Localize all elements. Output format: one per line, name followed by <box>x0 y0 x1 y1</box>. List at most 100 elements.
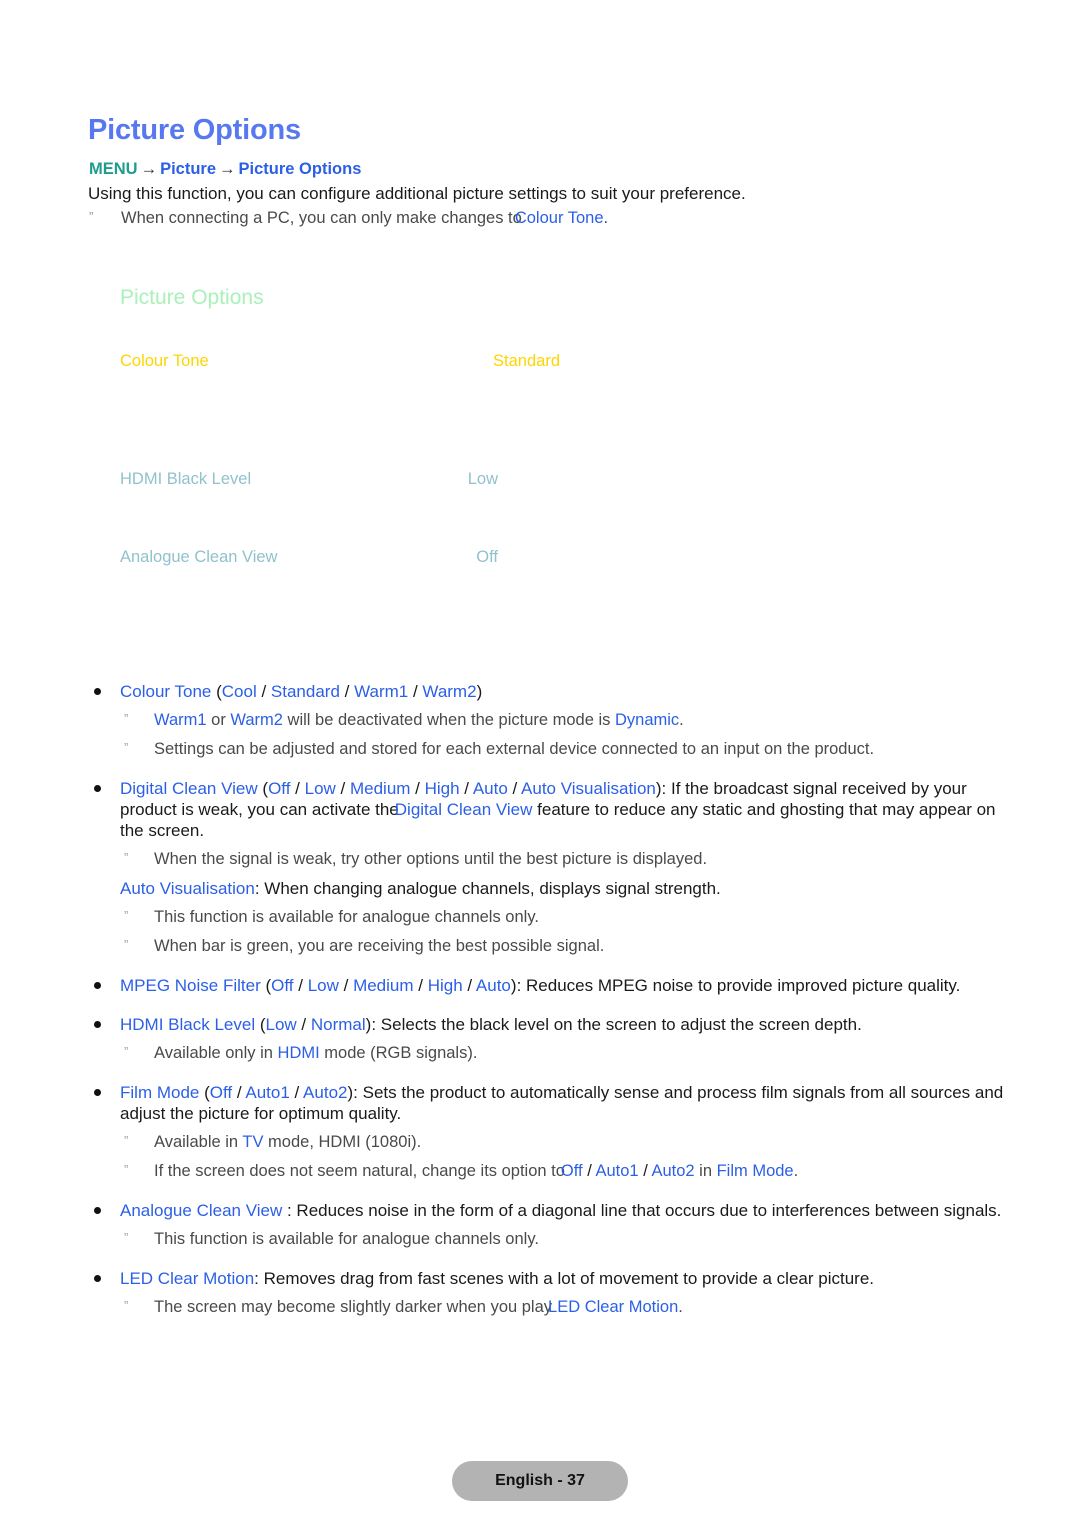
osd-value-colour-tone: Standard <box>493 352 560 370</box>
body-content: Colour Tone (Cool / Standard / Warm1 / W… <box>88 681 1004 1326</box>
note-marker-icon: ” <box>124 1230 129 1245</box>
term-dynamic: Dynamic <box>614 711 680 729</box>
sep: / <box>582 1162 596 1180</box>
option-off: Off <box>209 1083 233 1102</box>
term-digital-clean-view: Digital Clean View <box>120 779 258 798</box>
option-low: Low <box>265 1015 297 1034</box>
option-low: Low <box>307 976 339 995</box>
sep-1: / <box>256 682 271 701</box>
note-green-bar: ” When bar is green, you are receiving th… <box>88 936 1004 957</box>
note-hdmi-rgb: ” Available only in HDMI mode (RGB signal… <box>88 1043 1004 1064</box>
bullet-dot-icon <box>94 688 101 695</box>
bullet-dot-icon <box>94 982 101 989</box>
note-text-1: Available only in <box>154 1044 278 1062</box>
note-marker-icon: ” <box>124 711 129 726</box>
sep-2: / <box>339 682 355 701</box>
note-screen-darker: ” The screen may become slightly darker w… <box>88 1297 1004 1318</box>
note-text-or: or <box>206 711 231 729</box>
document-page: Picture Options MENU → Picture → Picture Opt… <box>0 0 1080 1534</box>
note-text-1: Available in <box>154 1133 243 1151</box>
note-marker-icon: ” <box>124 850 129 865</box>
osd-value-analogue-clean-view: Off <box>476 548 498 566</box>
note-text-2: mode, HDMI (1080i). <box>263 1133 422 1151</box>
note-text-2: mode (RGB signals). <box>319 1044 478 1062</box>
option-warm1: Warm1 <box>354 682 409 701</box>
note-screen-not-natural: ” If the screen does not seem natural, ch… <box>88 1161 1004 1182</box>
footer-page-label: English - 37 <box>495 1472 585 1489</box>
note-marker-icon: ” <box>124 1298 129 1313</box>
breadcrumb-arrow-icon-2: → <box>219 160 236 178</box>
note-text: This function is available for analogue … <box>154 908 539 926</box>
option-cool: Cool <box>221 682 257 701</box>
bullet-text: : Removes drag from fast scenes with a l… <box>254 1269 874 1288</box>
osd-preview-panel: Picture Options Colour Tone Standard HDM… <box>120 286 560 586</box>
bullet-dot-icon <box>94 1207 101 1214</box>
term-film-mode-inline: Film Mode <box>716 1162 794 1180</box>
note-text-1: If the screen does not seem natural, cha… <box>154 1162 565 1180</box>
bullet-dot-icon <box>94 1021 101 1028</box>
bullet-analogue-clean-view: Analogue Clean View : Reduces noise in t… <box>88 1200 1004 1221</box>
intro-note-highlight: Colour Tone <box>514 209 604 227</box>
option-off: Off <box>271 976 294 995</box>
intro-paragraph: Using this function, you can configure a… <box>88 184 746 203</box>
note-analogue-only-2: ” This function is available for analogue… <box>88 1229 1004 1250</box>
sep: / <box>335 779 350 798</box>
option-low: Low <box>304 779 336 798</box>
note-warm-deactivated: ” Warm1 or Warm2 will be deactivated when… <box>88 710 1004 731</box>
note-marker-icon: ” <box>89 209 94 224</box>
option-standard: Standard <box>270 682 340 701</box>
option-auto2: Auto2 <box>651 1162 695 1180</box>
note-analogue-only-1: ” This function is available for analogue… <box>88 907 1004 928</box>
option-medium: Medium <box>349 779 411 798</box>
note-text-1: The screen may become slightly darker wh… <box>154 1298 553 1316</box>
bullet-mpeg-noise-filter: MPEG Noise Filter (Off / Low / Medium / … <box>88 975 1004 996</box>
breadcrumb-level1: Picture <box>160 160 217 178</box>
term-hdmi: HDMI <box>277 1044 320 1062</box>
osd-panel-title: Picture Options <box>120 286 264 309</box>
option-high: High <box>424 779 460 798</box>
note-text: Settings can be adjusted and stored for … <box>154 740 875 758</box>
note-text-period: . <box>679 711 684 729</box>
note-text: When the signal is weak, try other optio… <box>154 850 708 868</box>
note-text: When bar is green, you are receiving the… <box>154 937 605 955</box>
breadcrumb-level2: Picture Options <box>238 160 362 178</box>
term-warm2: Warm2 <box>230 711 283 729</box>
option-auto2: Auto2 <box>303 1083 348 1102</box>
note-marker-icon: ” <box>124 908 129 923</box>
note-marker-icon: ” <box>124 1162 129 1177</box>
bullet-text: : Reduces noise in the form of a diagona… <box>282 1201 1002 1220</box>
bullet-dot-icon <box>94 785 101 792</box>
breadcrumb-menu: MENU <box>89 160 138 178</box>
paragraph-text: : When changing analogue channels, displ… <box>254 879 721 898</box>
option-auto1: Auto1 <box>595 1162 639 1180</box>
term-auto-visualisation: Auto Visualisation <box>120 879 255 898</box>
note-signal-weak: ” When the signal is weak, try other opti… <box>88 849 1004 870</box>
bullet-film-mode: Film Mode (Off / Auto1 / Auto2): Sets th… <box>88 1082 1004 1124</box>
note-marker-icon: ” <box>124 1133 129 1148</box>
bullet-text: : Reduces MPEG noise to provide improved… <box>516 976 961 995</box>
note-settings-stored: ” Settings can be adjusted and stored for… <box>88 739 1004 760</box>
term-analogue-clean-view: Analogue Clean View <box>120 1201 283 1220</box>
bullet-digital-clean-view: Digital Clean View (Off / Low / Medium /… <box>88 778 1004 841</box>
note-text-body: will be deactivated when the picture mod… <box>282 711 615 729</box>
osd-value-hdmi-black-level: Low <box>467 470 498 488</box>
note-text-2: in <box>694 1162 717 1180</box>
term-digital-clean-view-inline: Digital Clean View <box>394 800 533 819</box>
intro-note-text: When connecting a PC, you can only make … <box>121 209 522 227</box>
option-medium: Medium <box>353 976 414 995</box>
note-tv-mode: ” Available in TV mode, HDMI (1080i). <box>88 1132 1004 1153</box>
osd-label-analogue-clean-view: Analogue Clean View <box>120 548 278 566</box>
bullet-text: : Selects the black level on the screen … <box>371 1015 862 1034</box>
page-title: Picture Options <box>88 114 301 146</box>
term-led-clear-motion-inline: LED Clear Motion <box>548 1298 679 1316</box>
option-auto: Auto <box>475 976 511 995</box>
option-auto-visualisation: Auto Visualisation <box>521 779 656 798</box>
sep: / <box>638 1162 652 1180</box>
term-film-mode: Film Mode <box>120 1083 200 1102</box>
option-off: Off <box>560 1162 583 1180</box>
